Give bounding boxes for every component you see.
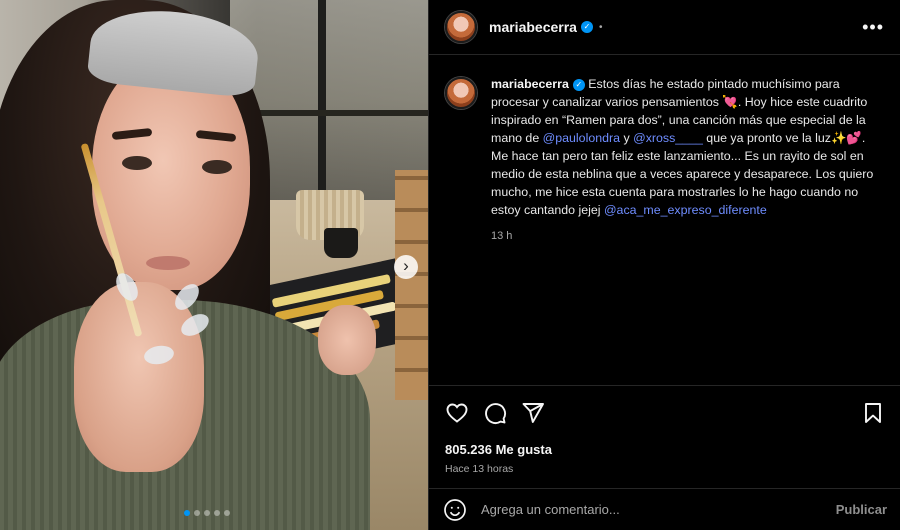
action-icons-row bbox=[445, 398, 885, 428]
caption-username[interactable]: mariabecerra bbox=[491, 77, 569, 91]
avatar[interactable] bbox=[445, 11, 477, 43]
carousel-dot bbox=[194, 510, 200, 516]
photo-second-hand bbox=[318, 305, 376, 375]
carousel-dot bbox=[224, 510, 230, 516]
emoji-icon[interactable] bbox=[443, 498, 467, 522]
post-photo[interactable]: › bbox=[0, 0, 428, 530]
comment-input[interactable] bbox=[481, 502, 811, 517]
header-username[interactable]: mariabecerra bbox=[489, 19, 577, 35]
chevron-right-icon: › bbox=[403, 256, 409, 275]
photo-cup bbox=[324, 228, 358, 258]
photo-easel bbox=[395, 170, 428, 400]
caption-avatar[interactable] bbox=[445, 77, 477, 109]
post-header: mariabecerra ✓ • ••• bbox=[429, 0, 900, 55]
like-count[interactable]: 805.236 Me gusta bbox=[445, 442, 885, 457]
caption-timestamp: 13 h bbox=[491, 230, 513, 242]
caption-body: mariabecerra ✓ Estos días he estado pinta… bbox=[491, 75, 884, 245]
publish-button[interactable]: Publicar bbox=[836, 502, 887, 517]
mention-link-xross[interactable]: @xross____ bbox=[633, 131, 703, 145]
carousel-dot bbox=[214, 510, 220, 516]
post-side-panel: mariabecerra ✓ • ••• mariabecerra ✓ Estos… bbox=[428, 0, 900, 530]
instagram-post: › mariabecerra ✓ • ••• mariabecerra ✓ Est… bbox=[0, 0, 900, 530]
comment-box: Publicar bbox=[429, 488, 900, 530]
caption: mariabecerra ✓ Estos días he estado pinta… bbox=[429, 55, 900, 245]
mention-link-paulolondra[interactable]: @paulolondra bbox=[543, 131, 620, 145]
mention-link-aca-me-expreso[interactable]: @aca_me_expreso_diferente bbox=[604, 203, 767, 217]
photo-hand bbox=[74, 282, 204, 472]
more-options-icon[interactable]: ••• bbox=[862, 17, 884, 38]
bookmark-icon[interactable] bbox=[861, 401, 885, 425]
carousel-dot bbox=[184, 510, 190, 516]
heart-icon[interactable] bbox=[445, 401, 469, 425]
verified-badge-icon: ✓ bbox=[572, 79, 585, 91]
caption-text-2: y bbox=[620, 131, 634, 145]
action-bar: 805.236 Me gusta Hace 13 horas bbox=[429, 385, 900, 475]
verified-badge-icon: ✓ bbox=[580, 21, 593, 33]
carousel-next-button[interactable]: › bbox=[394, 255, 418, 279]
carousel-dots bbox=[184, 510, 230, 516]
comment-icon[interactable] bbox=[483, 401, 507, 425]
post-date[interactable]: Hace 13 horas bbox=[445, 463, 885, 475]
carousel-dot bbox=[204, 510, 210, 516]
share-icon[interactable] bbox=[521, 401, 545, 425]
separator-dot: • bbox=[598, 21, 603, 33]
